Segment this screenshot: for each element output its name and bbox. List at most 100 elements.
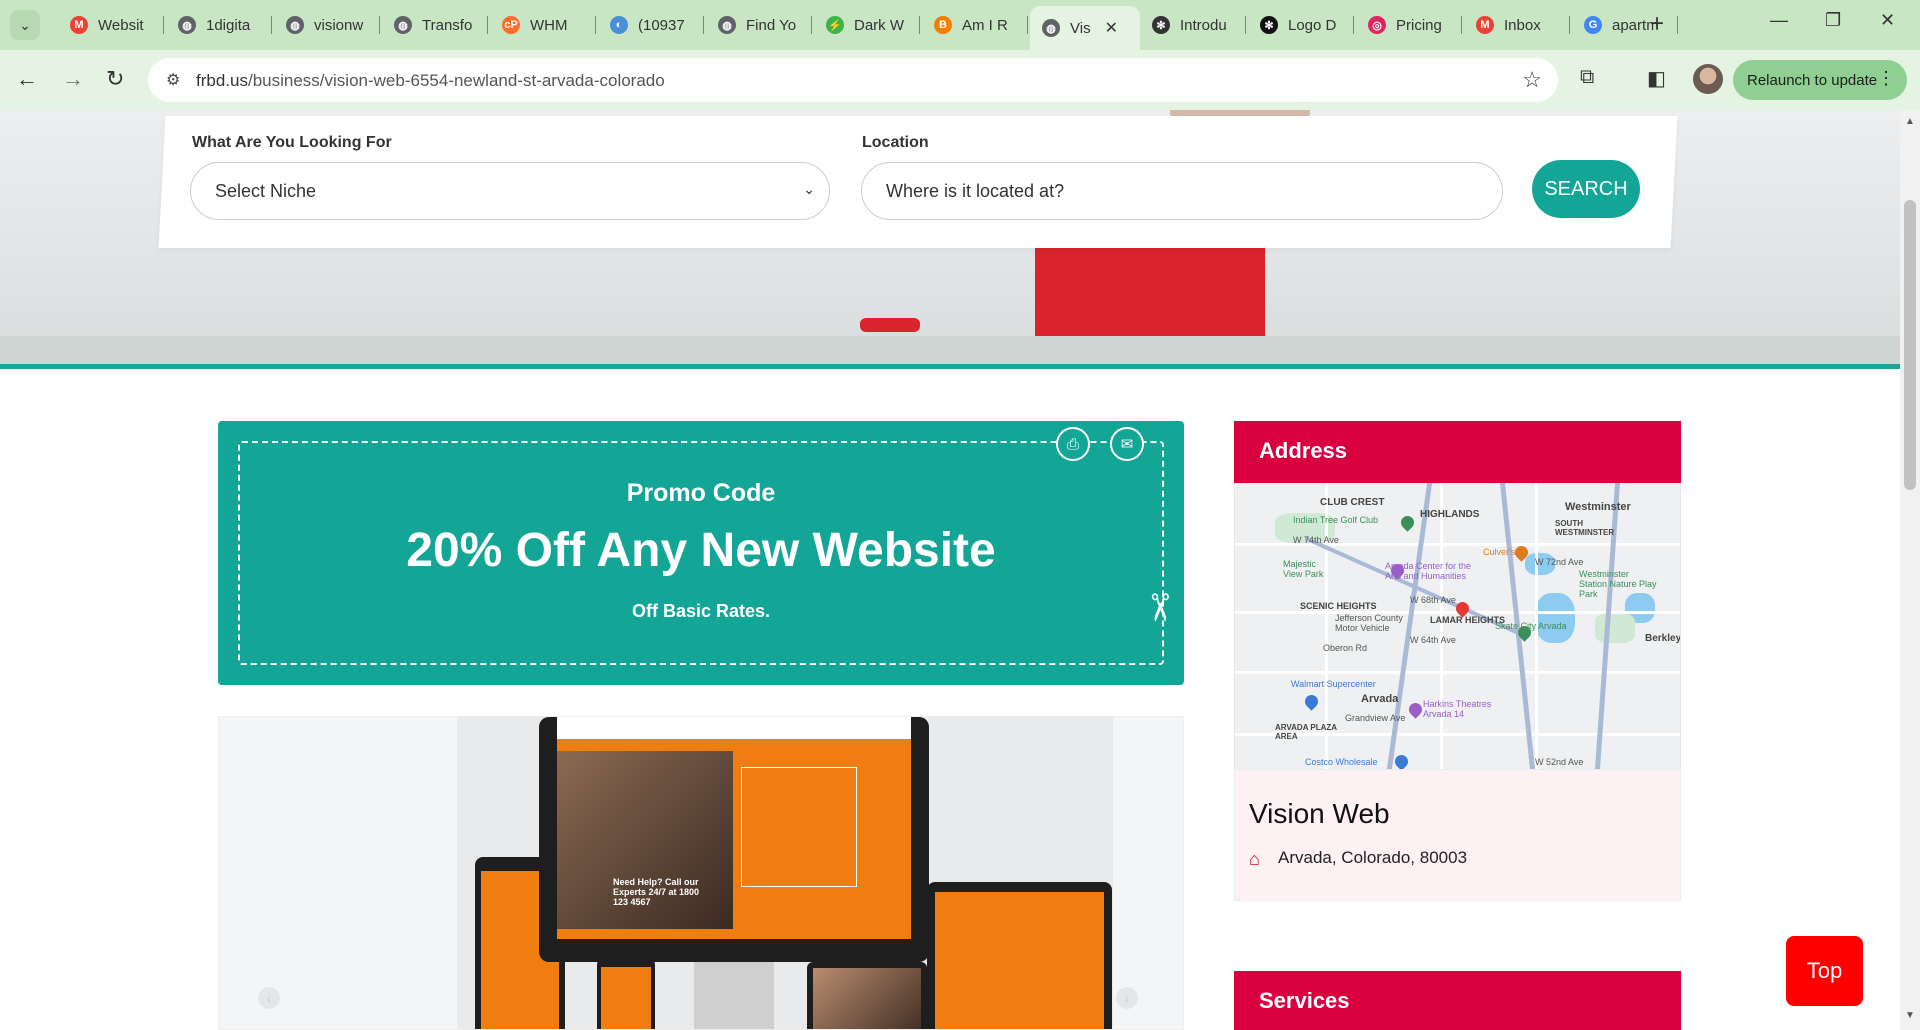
map-label: W 68th Ave — [1410, 595, 1456, 605]
browser-tab[interactable]: cP WHM — [490, 8, 596, 42]
location-input[interactable]: Where is it located at? — [861, 162, 1503, 220]
map-label: Arvada — [1361, 693, 1399, 705]
promo-subtitle: Promo Code — [626, 479, 776, 507]
browser-tab[interactable]: M Inbox — [1464, 8, 1570, 42]
map-label: SOUTH WESTMINSTER — [1555, 519, 1615, 537]
tab-separator — [1245, 16, 1246, 34]
map-label: Berkley — [1645, 633, 1681, 644]
arrow-right-icon: → — [62, 66, 84, 91]
globe-icon: ◍ — [394, 16, 412, 34]
hero-divider — [0, 364, 1900, 369]
tab-title: Websit — [98, 16, 144, 34]
tab-title: Logo D — [1288, 16, 1337, 34]
tab-strip: ⌄ + — ❐ ✕ M Websit ◍ 1digita ◍ visionw ◍ Transf… — [0, 0, 1920, 50]
image-gallery: Need Help? Call our Experts 24/7 at 1800… — [218, 716, 1184, 1030]
reload-button[interactable]: ↻ — [106, 66, 124, 92]
browser-tab[interactable]: ⚡ Dark W — [814, 8, 920, 42]
map-label: Majestic View Park — [1283, 559, 1324, 579]
forward-button[interactable]: → — [62, 66, 84, 92]
print-icon[interactable]: ⎙ — [1056, 427, 1090, 461]
browser-tab[interactable]: ✻ Introdu — [1140, 8, 1246, 42]
tab-title: apartm — [1612, 16, 1659, 34]
bookmark-star-icon[interactable]: ☆ — [1522, 67, 1542, 93]
restore-button[interactable]: ❐ — [1825, 10, 1841, 31]
address-bar[interactable]: ⚙ frbd.us/business/vision-web-6554-newla… — [148, 58, 1558, 102]
map-label: Walmart Supercenter — [1291, 679, 1376, 689]
browser-tab[interactable]: M Websit — [58, 8, 164, 42]
tab-separator — [1461, 16, 1462, 34]
laptop-mockup-small — [807, 962, 927, 1029]
browser-toolbar: ← → ↻ ⚙ frbd.us/business/vision-web-6554… — [0, 50, 1920, 110]
back-to-top-button[interactable]: Top — [1786, 936, 1863, 1006]
tab-separator — [703, 16, 704, 34]
scroll-down-icon[interactable]: ▼ — [1905, 1010, 1915, 1021]
laptop-mockup — [927, 882, 1112, 1029]
niche-label: What Are You Looking For — [192, 134, 392, 151]
gmail-icon: M — [1476, 16, 1494, 34]
page-scrollbar[interactable]: ▲ ▼ — [1900, 110, 1920, 1030]
browser-tab[interactable]: ◍ Find Yo — [706, 8, 812, 42]
map-label: Culver's — [1483, 547, 1516, 557]
tab-title: Inbox — [1504, 16, 1541, 34]
browser-tab[interactable]: ◍ 1digita — [166, 8, 272, 42]
map-label: W 64th Ave — [1410, 635, 1456, 645]
venue-pin-icon — [1406, 700, 1425, 719]
map-label: Jefferson County Motor Vehicle — [1335, 613, 1403, 633]
services-heading: Services — [1234, 971, 1681, 1030]
site-info-icon[interactable]: ⚙ — [166, 70, 180, 90]
globe-icon: ◍ — [1042, 19, 1060, 37]
home-icon: ⌂ — [1249, 849, 1260, 869]
back-button[interactable]: ← — [16, 66, 38, 92]
arrow-left-icon: ← — [16, 66, 38, 91]
map-label: Westminster Station Nature Play Park — [1579, 569, 1657, 599]
browser-tab[interactable]: Gapartm — [1572, 8, 1678, 42]
scrollbar-thumb[interactable] — [1904, 200, 1916, 490]
openai-icon: ✻ — [1152, 16, 1170, 34]
close-window-button[interactable]: ✕ — [1880, 10, 1895, 31]
search-form: What Are You Looking For Select Niche ⌄ … — [162, 116, 1674, 248]
tab-title: Transfo — [422, 16, 473, 34]
location-placeholder: Where is it located at? — [886, 180, 1065, 201]
gmail-icon: M — [70, 16, 88, 34]
tab-title: visionw — [314, 16, 364, 34]
minimize-button[interactable]: — — [1770, 10, 1788, 31]
mockup-text: Need Help? Call our Experts 24/7 at 1800… — [613, 877, 700, 907]
map-label: HIGHLANDS — [1420, 509, 1480, 520]
close-tab-icon[interactable]: ✕ — [1105, 18, 1118, 38]
tab-title: WHM — [530, 16, 568, 34]
gallery-next-button[interactable]: › — [1116, 987, 1138, 1009]
relaunch-button[interactable]: Relaunch to update ⋮ — [1733, 60, 1907, 100]
tab-title: (10937 — [638, 16, 685, 34]
location-label: Location — [862, 134, 929, 151]
tab-separator — [1353, 16, 1354, 34]
tab-separator — [163, 16, 164, 34]
browser-tab[interactable]: ✻ Logo D — [1248, 8, 1354, 42]
map-label: W 74th Ave — [1293, 535, 1339, 545]
gallery-prev-button[interactable]: ‹ — [258, 987, 280, 1009]
browser-tab[interactable]: ◍ Transfo — [382, 8, 488, 42]
email-icon[interactable]: ✉ — [1110, 427, 1144, 461]
browser-tab[interactable]: ◐ (10937 — [598, 8, 704, 42]
location-map[interactable]: CLUB CREST HIGHLANDS Westminster SOUTH W… — [1234, 483, 1681, 769]
map-label: SCENIC HEIGHTS — [1300, 601, 1377, 611]
side-panel-icon[interactable]: ◧ — [1647, 66, 1666, 91]
extensions-icon[interactable]: ⧉ — [1580, 66, 1594, 89]
url-text[interactable]: frbd.us/business/vision-web-6554-newland… — [196, 71, 665, 91]
shop-pin-icon — [1392, 752, 1411, 769]
globe-icon: ◍ — [286, 16, 304, 34]
tab-search-button[interactable]: ⌄ — [10, 10, 40, 40]
browser-tab[interactable]: ◍ visionw — [274, 8, 380, 42]
more-menu-icon[interactable]: ⋮ — [1877, 68, 1895, 89]
niche-select[interactable]: Select Niche ⌄ — [190, 162, 830, 220]
browser-tab[interactable]: B Am I R — [922, 8, 1028, 42]
browser-tab[interactable]: ◍ Vis ✕ — [1030, 6, 1140, 50]
tab-separator — [1569, 16, 1570, 34]
scroll-up-icon[interactable]: ▲ — [1905, 116, 1915, 127]
profile-avatar[interactable] — [1693, 64, 1723, 94]
tab-separator — [1027, 16, 1028, 34]
search-button[interactable]: SEARCH — [1532, 160, 1640, 218]
blogger-icon: B — [934, 16, 952, 34]
openai-icon: ✻ — [1260, 16, 1278, 34]
browser-tab[interactable]: ◎ Pricing — [1356, 8, 1462, 42]
address-card: Address CLUB CREST HIGHLANDS Westminster… — [1234, 421, 1681, 901]
